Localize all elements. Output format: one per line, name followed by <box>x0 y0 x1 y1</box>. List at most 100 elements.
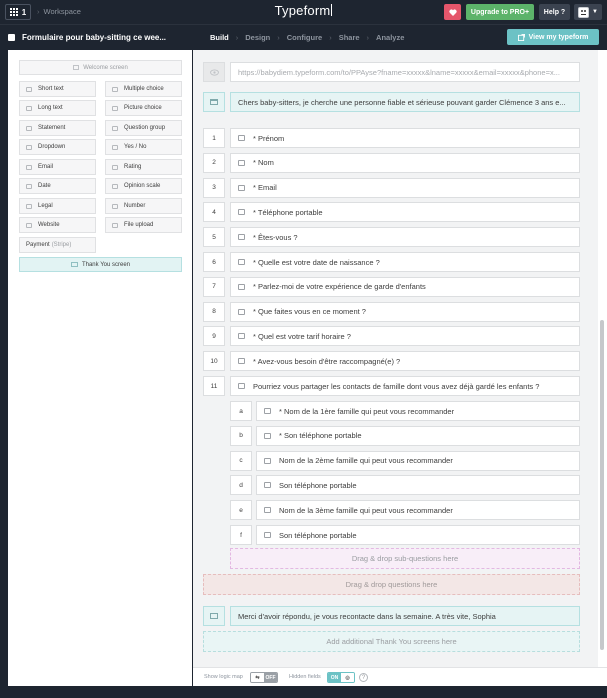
subquestion-box[interactable]: Nom de la 3ème famille qui peut vous rec… <box>256 500 580 521</box>
welcome-screen-button[interactable]: Welcome screen <box>19 60 182 75</box>
question-row[interactable]: 10 * Avez-vous besoin d'être raccompagné(… <box>193 351 598 372</box>
field-rating[interactable]: Rating <box>105 159 182 175</box>
field-number[interactable]: Number <box>105 198 182 214</box>
subquestion-row[interactable]: f Son téléphone portable <box>193 525 598 545</box>
upgrade-button[interactable]: Upgrade to PRO+ <box>466 4 534 20</box>
hidden-fields-icon[interactable] <box>203 62 225 82</box>
info-icon[interactable]: ? <box>359 673 368 682</box>
subquestion-box[interactable]: * Son téléphone portable <box>256 425 580 446</box>
question-box[interactable]: * Que faites vous en ce moment ? <box>230 301 580 322</box>
question-row[interactable]: 1 * Prénom <box>193 128 598 148</box>
subquestion-box[interactable]: Nom de la 2ème famille qui peut vous rec… <box>256 450 580 471</box>
thank-you-screen-button[interactable]: Thank You screen <box>19 257 182 272</box>
help-button[interactable]: Help ? <box>539 4 570 20</box>
field-dropdown[interactable]: Dropdown <box>19 139 96 155</box>
question-box[interactable]: * Prénom <box>230 128 580 148</box>
add-thank-you-zone[interactable]: Add additional Thank You screens here <box>203 631 580 652</box>
logic-map-toggle[interactable]: ⇆ OFF <box>250 672 278 683</box>
question-row[interactable]: 9 * Quel est votre tarif horaire ? <box>193 326 598 347</box>
field-payment[interactable]: Payment (Stripe) <box>19 237 96 253</box>
number-icon <box>238 209 245 216</box>
subquestion-letter: f <box>230 525 252 545</box>
welcome-row[interactable]: Chers baby-sitters, je cherche une perso… <box>193 92 598 112</box>
field-picture-choice[interactable]: Picture choice <box>105 100 182 116</box>
subquestion-row[interactable]: b * Son téléphone portable <box>193 425 598 446</box>
question-text: * Parlez-moi de votre expérience de gard… <box>253 282 426 292</box>
field-multiple-choice[interactable]: Multiple choice <box>105 81 182 97</box>
thank-you-text[interactable]: Merci d'avoir répondu, je vous recontact… <box>230 606 580 626</box>
question-box[interactable]: * Avez-vous besoin d'être raccompagné(e)… <box>230 351 580 372</box>
field-label: Number <box>124 203 146 209</box>
field-yes-no[interactable]: Yes / No <box>105 139 182 155</box>
field-legal[interactable]: Legal <box>19 198 96 214</box>
tab-share[interactable]: Share <box>339 33 360 42</box>
question-row[interactable]: 2 * Nom <box>193 152 598 173</box>
scrollbar[interactable] <box>598 50 607 667</box>
form-url[interactable]: https://babydiem.typeform.com/to/PPAyse?… <box>230 62 580 82</box>
question-box[interactable]: * Quel est votre tarif horaire ? <box>230 326 580 347</box>
drop-questions-zone[interactable]: Drag & drop questions here <box>203 574 580 595</box>
field-question-group[interactable]: Question group <box>105 120 182 136</box>
short-text-icon <box>264 507 271 514</box>
form-title[interactable]: Formulaire pour baby-sitting ce wee... <box>22 33 166 42</box>
question-row[interactable]: 8 * Que faites vous en ce moment ? <box>193 301 598 322</box>
yes-no-icon <box>238 358 245 365</box>
question-text: * Avez-vous besoin d'être raccompagné(e)… <box>253 356 401 366</box>
heart-button[interactable] <box>444 4 461 20</box>
question-row[interactable]: 3 * Email <box>193 177 598 198</box>
question-row[interactable]: 11 Pourriez vous partager les contacts de… <box>193 376 598 396</box>
tab-configure[interactable]: Configure <box>287 33 322 42</box>
subquestion-row[interactable]: d Son téléphone portable <box>193 475 598 496</box>
question-box[interactable]: * Nom <box>230 152 580 173</box>
question-box[interactable]: * Téléphone portable <box>230 202 580 223</box>
form-builder: https://babydiem.typeform.com/to/PPAyse?… <box>193 50 598 667</box>
payment-sublabel: (Stripe) <box>51 242 72 248</box>
field-opinion-scale[interactable]: Opinion scale <box>105 178 182 194</box>
user-menu[interactable]: ▼ <box>574 4 602 20</box>
number-icon <box>264 532 271 538</box>
subquestion-box[interactable]: * Nom de la 1ère famille qui peut vous r… <box>256 401 580 421</box>
field-label: Opinion scale <box>124 183 161 189</box>
subquestion-row[interactable]: e Nom de la 3ème famille qui peut vous re… <box>193 500 598 521</box>
tab-analyze[interactable]: Analyze <box>376 33 404 42</box>
question-number: 5 <box>203 227 225 248</box>
question-text: * Êtes-vous ? <box>253 232 298 242</box>
question-row[interactable]: 4 * Téléphone portable <box>193 202 598 223</box>
question-box[interactable]: * Êtes-vous ? <box>230 227 580 248</box>
field-short-text[interactable]: Short text <box>19 81 96 97</box>
short-text-icon <box>238 308 245 315</box>
subquestion-row[interactable]: c Nom de la 2ème famille qui peut vous re… <box>193 450 598 471</box>
question-box[interactable]: * Parlez-moi de votre expérience de gard… <box>230 276 580 297</box>
question-row[interactable]: 6 * Quelle est votre date de naissance ? <box>193 252 598 272</box>
scrollbar-thumb[interactable] <box>600 320 604 650</box>
field-website[interactable]: Website <box>19 217 96 233</box>
field-label: Date <box>38 183 51 189</box>
question-text: * Quelle est votre date de naissance ? <box>253 257 380 267</box>
thank-you-row[interactable]: Merci d'avoir répondu, je vous recontact… <box>193 606 598 626</box>
subquestion-box[interactable]: Son téléphone portable <box>256 525 580 545</box>
field-statement[interactable]: Statement <box>19 120 96 136</box>
tab-design[interactable]: Design <box>245 33 270 42</box>
question-row[interactable]: 5 * Êtes-vous ? <box>193 227 598 248</box>
url-row: https://babydiem.typeform.com/to/PPAyse?… <box>193 62 598 82</box>
tab-build[interactable]: Build <box>210 33 229 42</box>
view-typeform-button[interactable]: View my typeform <box>507 29 599 45</box>
question-text: Pourriez vous partager les contacts de f… <box>253 381 540 391</box>
question-box[interactable]: * Email <box>230 177 580 198</box>
question-row[interactable]: 7 * Parlez-moi de votre expérience de gar… <box>193 276 598 297</box>
field-date[interactable]: Date <box>19 178 96 194</box>
field-email[interactable]: Email <box>19 159 96 175</box>
question-box[interactable]: * Quelle est votre date de naissance ? <box>230 252 580 272</box>
subquestion-row[interactable]: a * Nom de la 1ère famille qui peut vous … <box>193 401 598 421</box>
short-text-icon <box>26 86 32 92</box>
welcome-icon <box>73 65 80 70</box>
hidden-fields-toggle[interactable]: ON ◎ <box>327 672 355 683</box>
field-long-text[interactable]: Long text <box>19 100 96 116</box>
welcome-text[interactable]: Chers baby-sitters, je cherche une perso… <box>230 92 580 112</box>
welcome-screen-icon <box>203 92 225 112</box>
question-box[interactable]: Pourriez vous partager les contacts de f… <box>230 376 580 396</box>
multiple-choice-icon <box>112 86 118 92</box>
subquestion-box[interactable]: Son téléphone portable <box>256 475 580 496</box>
field-file-upload[interactable]: File upload <box>105 217 182 233</box>
drop-sub-questions-zone[interactable]: Drag & drop sub-questions here <box>230 548 580 569</box>
